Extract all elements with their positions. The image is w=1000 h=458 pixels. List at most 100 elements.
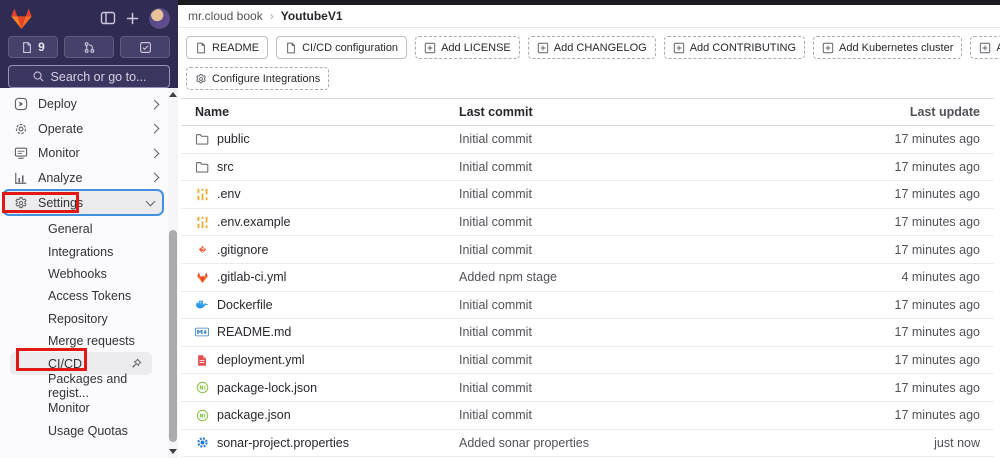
breadcrumb: mr.cloud book › YoutubeV1 [178, 5, 1000, 28]
table-row[interactable]: .gitlab-ci.yml Added npm stage 4 minutes… [181, 264, 994, 292]
configure-integrations-button[interactable]: Configure Integrations [186, 67, 330, 90]
scroll-down-arrow-icon[interactable] [169, 449, 177, 454]
table-row[interactable]: .gitignore Initial commit 17 minutes ago [181, 236, 994, 264]
submenu-label: Merge requests [48, 334, 135, 349]
sidebar-item-deploy[interactable]: Deploy [0, 92, 168, 117]
sidebar-item-general[interactable]: General [0, 218, 168, 240]
pin-icon[interactable] [130, 357, 142, 370]
plus-icon[interactable] [125, 11, 140, 26]
gitlab-logo-icon[interactable] [8, 6, 35, 31]
button-label: Add Kubernetes cluster [839, 41, 954, 54]
column-header-name[interactable]: Name [181, 105, 459, 119]
commit-message[interactable]: Initial commit [459, 187, 824, 201]
file-name[interactable]: .env.example [217, 215, 290, 229]
button-label: Configure Integrations [212, 72, 321, 85]
folder-icon [195, 160, 209, 174]
last-update: 17 minutes ago [894, 187, 980, 202]
submenu-label: General [48, 222, 93, 237]
sidebar-item-usage-quotas[interactable]: Usage Quotas [0, 420, 168, 442]
sidebar-item-webhooks[interactable]: Webhooks [0, 263, 168, 285]
sonar-gear-icon [195, 436, 209, 449]
file-name[interactable]: .env [217, 187, 241, 201]
file-name[interactable]: deployment.yml [217, 353, 305, 367]
sidebar-item-merge-requests[interactable]: Merge requests [0, 330, 168, 352]
commit-message[interactable]: Initial commit [459, 243, 824, 257]
file-name[interactable]: src [217, 160, 234, 174]
add-contributing-button[interactable]: Add CONTRIBUTING [663, 36, 806, 59]
table-row[interactable]: .env.example Initial commit 17 minutes a… [181, 209, 994, 237]
breadcrumb-separator: › [269, 9, 274, 23]
table-row[interactable]: deployment.yml Initial commit 17 minutes… [181, 347, 994, 375]
sidebar-scrollbar[interactable] [168, 88, 178, 458]
submenu-label: Monitor [48, 401, 90, 416]
file-name[interactable]: package-lock.json [217, 381, 317, 395]
commit-message[interactable]: Added npm stage [459, 270, 824, 284]
readme-button[interactable]: README [186, 36, 269, 59]
merge-requests-button[interactable] [64, 36, 114, 58]
file-name[interactable]: .gitlab-ci.yml [217, 270, 286, 284]
env-file-icon [195, 188, 209, 201]
commit-message[interactable]: Initial commit [459, 132, 824, 146]
sidebar-item-settings[interactable]: Settings [2, 189, 164, 216]
add-license-button[interactable]: Add LICENSE [415, 36, 520, 59]
sidebar-item-packages[interactable]: Packages and regist... [0, 372, 168, 400]
npm-package-icon [195, 409, 209, 422]
chevron-right-icon [149, 148, 160, 159]
column-header-last-commit[interactable]: Last commit [459, 105, 824, 119]
gitlab-project-page: 9 Search or go to... Deploy Operate Moni… [0, 0, 1000, 458]
sidebar-toggle-icon[interactable] [100, 10, 116, 26]
issues-button[interactable]: 9 [8, 36, 58, 58]
scrollbar-thumb[interactable] [169, 230, 177, 442]
file-name[interactable]: .gitignore [217, 243, 268, 257]
deploy-icon [14, 97, 28, 111]
table-row[interactable]: package-lock.json Initial commit 17 minu… [181, 374, 994, 402]
sidebar-item-monitor-settings[interactable]: Monitor [0, 397, 168, 419]
sidebar-item-repository[interactable]: Repository [0, 308, 168, 330]
file-name[interactable]: sonar-project.properties [217, 436, 349, 450]
commit-message[interactable]: Added sonar properties [459, 436, 824, 450]
file-name[interactable]: README.md [217, 325, 291, 339]
button-label: Add LICENSE [441, 41, 511, 54]
commit-message[interactable]: Initial commit [459, 325, 824, 339]
breadcrumb-group[interactable]: mr.cloud book [188, 9, 263, 23]
search-input[interactable]: Search or go to... [8, 65, 170, 88]
table-row[interactable]: public Initial commit 17 minutes ago [181, 126, 994, 154]
table-row[interactable]: .env Initial commit 17 minutes ago [181, 181, 994, 209]
commit-message[interactable]: Initial commit [459, 298, 824, 312]
sidebar-item-access-tokens[interactable]: Access Tokens [0, 285, 168, 307]
docker-whale-icon [195, 298, 209, 311]
button-label: Add Wiki [996, 42, 1000, 54]
file-name[interactable]: package.json [217, 408, 291, 422]
scroll-up-arrow-icon[interactable] [169, 92, 177, 97]
breadcrumb-project[interactable]: YoutubeV1 [281, 9, 343, 23]
sidebar-item-integrations[interactable]: Integrations [0, 240, 168, 262]
sidebar-item-label: Operate [38, 121, 84, 136]
table-row[interactable]: package.json Initial commit 17 minutes a… [181, 402, 994, 430]
table-row[interactable]: Dockerfile Initial commit 17 minutes ago [181, 292, 994, 320]
user-avatar[interactable] [149, 7, 170, 29]
cicd-configuration-button[interactable]: CI/CD configuration [276, 36, 408, 59]
table-row[interactable]: README.md Initial commit 17 minutes ago [181, 319, 994, 347]
submenu-label: Integrations [48, 244, 114, 259]
table-row[interactable]: src Initial commit 17 minutes ago [181, 154, 994, 182]
table-header-row: Name Last commit Last update [181, 99, 994, 126]
file-name[interactable]: Dockerfile [217, 298, 273, 312]
todos-button[interactable] [120, 36, 170, 58]
sidebar-item-operate[interactable]: Operate [0, 117, 168, 142]
commit-message[interactable]: Initial commit [459, 381, 824, 395]
button-label: README [212, 41, 260, 54]
column-header-last-update[interactable]: Last update [824, 105, 994, 119]
sidebar-item-monitor[interactable]: Monitor [0, 141, 168, 166]
add-wiki-button[interactable]: Add Wiki [970, 36, 1000, 59]
commit-message[interactable]: Initial commit [459, 408, 824, 422]
commit-message[interactable]: Initial commit [459, 353, 824, 367]
table-row[interactable]: sonar-project.properties Added sonar pro… [181, 430, 994, 458]
commit-message[interactable]: Initial commit [459, 215, 824, 229]
chevron-right-icon [149, 123, 160, 134]
file-name[interactable]: public [217, 132, 250, 146]
yaml-file-icon [195, 354, 209, 367]
add-changelog-button[interactable]: Add CHANGELOG [527, 36, 656, 59]
sidebar-item-analyze[interactable]: Analyze [0, 166, 168, 191]
add-kubernetes-cluster-button[interactable]: Add Kubernetes cluster [813, 36, 963, 59]
commit-message[interactable]: Initial commit [459, 160, 824, 174]
